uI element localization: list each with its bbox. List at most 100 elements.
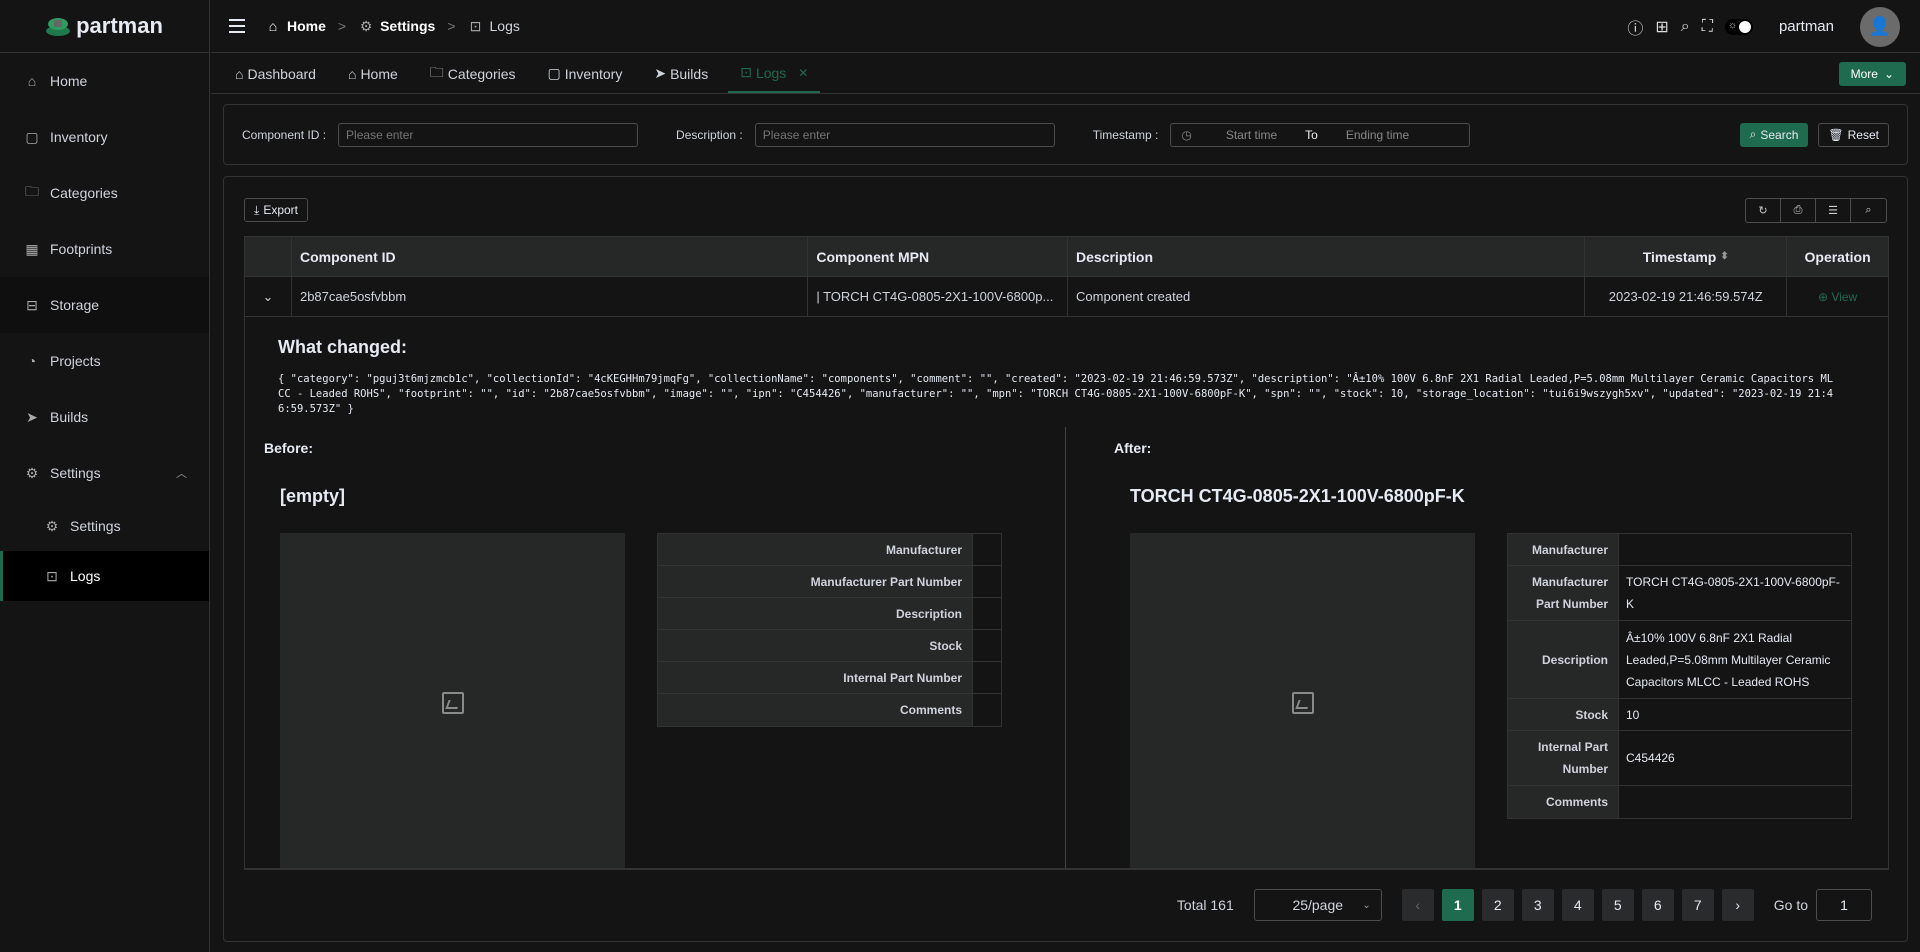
timestamp-label: Timestamp : xyxy=(1092,127,1159,142)
page-button[interactable]: 6 xyxy=(1641,889,1674,921)
table-tools: ↻ ⎙ ☰ ⌕ xyxy=(1745,198,1887,223)
sidebar-item-projects[interactable]: ◔ Projects xyxy=(0,333,209,389)
collapse-menu-icon[interactable] xyxy=(229,19,245,33)
sidebar-item-categories[interactable]: 🗀 Categories xyxy=(0,165,209,221)
goto-page-input[interactable] xyxy=(1816,889,1872,921)
logo[interactable]: partman xyxy=(0,0,209,53)
component-id-label: Component ID : xyxy=(242,127,327,142)
trash-icon: 🗑 xyxy=(1828,127,1844,142)
sidebar-item-home[interactable]: ⌂ Home xyxy=(0,53,209,109)
theme-toggle[interactable]: ☼ xyxy=(1724,18,1753,35)
next-page-button[interactable]: › xyxy=(1721,889,1754,921)
field-key: Description xyxy=(1508,621,1619,698)
chip-icon: ▢ xyxy=(25,128,39,145)
sidebar-item-label: Home xyxy=(50,73,88,89)
sidebar-item-label: Footprints xyxy=(50,241,113,257)
change-json: { "category": "pguj3t6mjzmcb1c", "collec… xyxy=(278,373,1834,415)
page-button[interactable]: 2 xyxy=(1481,889,1514,921)
tab-label: Builds xyxy=(670,65,709,82)
tab-builds[interactable]: ➤ Builds xyxy=(642,54,720,93)
breadcrumb-separator: > xyxy=(447,18,456,34)
field-value xyxy=(973,534,1001,565)
page-button[interactable]: 5 xyxy=(1601,889,1634,921)
view-link[interactable]: ⊕ View xyxy=(1787,277,1888,316)
page-button[interactable]: 7 xyxy=(1681,889,1714,921)
total-count: Total 161 xyxy=(1176,897,1234,913)
refresh-icon[interactable]: ↻ xyxy=(1746,199,1781,222)
gauge-icon: ◔ xyxy=(27,353,37,369)
field-key: Internal Part Number xyxy=(658,662,973,693)
download-icon: ⤓ xyxy=(254,202,260,217)
before-image-placeholder xyxy=(280,533,625,868)
sort-icon[interactable]: ⬍ xyxy=(1720,251,1728,262)
field-key: Manufacturer xyxy=(658,534,973,565)
export-button[interactable]: ⤓ Export xyxy=(244,198,308,222)
zoom-in-icon: ⊕ xyxy=(1817,289,1832,304)
breadcrumb-settings[interactable]: Settings xyxy=(380,18,435,34)
sidebar-item-footprints[interactable]: ▦ Footprints xyxy=(0,221,209,277)
search-icon[interactable]: ⌕ xyxy=(1851,199,1886,222)
field-key: Description xyxy=(658,598,973,629)
tab-logs[interactable]: ⊡ Logs ✕ xyxy=(728,54,821,93)
presentation-icon: ⊡ xyxy=(740,64,752,80)
sidebar-item-label: Settings xyxy=(70,518,121,534)
avatar[interactable]: 👤 xyxy=(1860,6,1900,47)
expand-toggle[interactable]: ⌄ xyxy=(245,277,292,316)
table-row[interactable]: ⌄ 2b87cae5osfvbbm | TORCH CT4G-0805-2X1-… xyxy=(245,277,1888,317)
send-icon: ➤ xyxy=(26,408,38,425)
field-value xyxy=(1619,786,1851,818)
sidebar-item-settings[interactable]: ⚙ Settings ︿ xyxy=(0,445,209,501)
breadcrumb-home[interactable]: Home xyxy=(287,18,326,34)
search-button[interactable]: ⌕ Search xyxy=(1739,122,1809,147)
page-size-select[interactable]: 25/page ⌄ xyxy=(1253,889,1382,921)
info-icon[interactable]: ⓘ xyxy=(1627,15,1643,39)
more-button[interactable]: More ⌄ xyxy=(1838,62,1906,86)
presentation-icon: ⊡ xyxy=(46,567,58,584)
sidebar-item-builds[interactable]: ➤ Builds xyxy=(0,389,209,445)
field-value xyxy=(973,566,1001,597)
tab-label: Dashboard xyxy=(247,65,316,82)
sidebar-subitem-settings[interactable]: ⚙ Settings xyxy=(0,501,209,551)
sidebar-item-inventory[interactable]: ▢ Inventory xyxy=(0,109,209,165)
grid-icon: ▦ xyxy=(25,240,39,257)
close-tab-icon[interactable]: ✕ xyxy=(798,66,808,80)
field-key: Comments xyxy=(658,694,973,726)
pagination: Total 161 25/page ⌄ ‹ 1 2 3 4 5 6 7 › Go … xyxy=(1177,889,1872,921)
username[interactable]: partman xyxy=(1779,18,1834,35)
columns-icon[interactable]: ☰ xyxy=(1816,199,1851,222)
start-time-input[interactable]: Start time xyxy=(1226,128,1277,142)
print-icon[interactable]: ⎙ xyxy=(1781,199,1816,222)
description-input[interactable] xyxy=(754,122,1055,147)
component-id-input[interactable] xyxy=(338,122,639,147)
tab-home[interactable]: ⌂ Home xyxy=(336,54,410,93)
page-button[interactable]: 1 xyxy=(1441,889,1474,921)
fullscreen-icon[interactable]: ⛶ xyxy=(1702,18,1713,36)
after-details-table: Manufacturer Manufacturer Part Number TOR… xyxy=(1507,533,1852,819)
timestamp-column-header[interactable]: Timestamp ⬍ xyxy=(1585,237,1788,276)
chevron-up-icon: ︿ xyxy=(176,468,187,480)
column-header: Component MPN xyxy=(808,237,1069,276)
end-time-input[interactable]: Ending time xyxy=(1346,128,1409,142)
top-bar: ⌂ Home > ⚙ Settings > ⊡ Logs ⓘ ⊞ ⌕ ⛶ ☼ p… xyxy=(211,0,1920,53)
image-icon xyxy=(441,692,464,714)
layout-icon[interactable]: ⊞ xyxy=(1655,17,1668,37)
prev-page-button[interactable]: ‹ xyxy=(1401,889,1434,921)
timestamp-range-picker[interactable]: ◷ Start time To Ending time xyxy=(1170,122,1471,147)
field-key: Manufacturer Part Number xyxy=(1508,566,1619,620)
tab-inventory[interactable]: ▢ Inventory xyxy=(536,54,635,93)
filter-form: Component ID : Description : Timestamp :… xyxy=(223,104,1908,165)
search-icon[interactable]: ⌕ xyxy=(1681,18,1690,36)
sidebar-subitem-logs[interactable]: ⊡ Logs xyxy=(0,551,209,601)
page-button[interactable]: 3 xyxy=(1521,889,1554,921)
sidebar-item-label: Logs xyxy=(70,568,101,584)
tab-dashboard[interactable]: ⌂ Dashboard xyxy=(223,54,328,93)
field-value xyxy=(973,694,1001,726)
after-image-placeholder xyxy=(1130,533,1475,868)
page-button[interactable]: 4 xyxy=(1561,889,1594,921)
tab-categories[interactable]: 🗀 Categories xyxy=(418,54,528,93)
sidebar-item-storage[interactable]: ⊟ Storage xyxy=(0,277,209,333)
chip-icon: ▢ xyxy=(547,65,561,81)
field-value xyxy=(973,598,1001,629)
sidebar-item-label: Categories xyxy=(50,185,118,201)
reset-button[interactable]: 🗑 Reset xyxy=(1818,122,1889,147)
